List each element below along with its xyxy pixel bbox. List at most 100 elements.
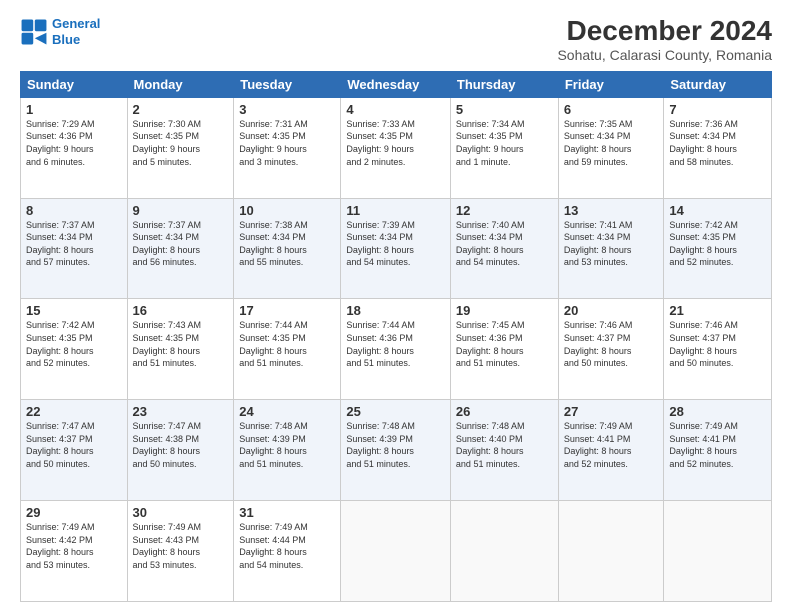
calendar-cell: 1Sunrise: 7:29 AM Sunset: 4:36 PM Daylig… (21, 97, 128, 198)
weekday-header-row: SundayMondayTuesdayWednesdayThursdayFrid… (21, 71, 772, 97)
day-info: Sunrise: 7:33 AM Sunset: 4:35 PM Dayligh… (346, 118, 445, 168)
day-number: 31 (239, 505, 335, 520)
calendar-cell: 30Sunrise: 7:49 AM Sunset: 4:43 PM Dayli… (127, 501, 234, 602)
main-title: December 2024 (557, 16, 772, 47)
calendar-cell: 2Sunrise: 7:30 AM Sunset: 4:35 PM Daylig… (127, 97, 234, 198)
week-row-5: 29Sunrise: 7:49 AM Sunset: 4:42 PM Dayli… (21, 501, 772, 602)
logo-text: General Blue (52, 16, 100, 47)
day-number: 19 (456, 303, 553, 318)
calendar-cell: 18Sunrise: 7:44 AM Sunset: 4:36 PM Dayli… (341, 299, 451, 400)
day-info: Sunrise: 7:34 AM Sunset: 4:35 PM Dayligh… (456, 118, 553, 168)
day-info: Sunrise: 7:38 AM Sunset: 4:34 PM Dayligh… (239, 219, 335, 269)
day-number: 15 (26, 303, 122, 318)
day-number: 9 (133, 203, 229, 218)
day-info: Sunrise: 7:40 AM Sunset: 4:34 PM Dayligh… (456, 219, 553, 269)
calendar-cell: 6Sunrise: 7:35 AM Sunset: 4:34 PM Daylig… (558, 97, 664, 198)
calendar-cell (664, 501, 772, 602)
day-number: 26 (456, 404, 553, 419)
calendar-cell: 21Sunrise: 7:46 AM Sunset: 4:37 PM Dayli… (664, 299, 772, 400)
day-info: Sunrise: 7:49 AM Sunset: 4:43 PM Dayligh… (133, 521, 229, 571)
day-info: Sunrise: 7:49 AM Sunset: 4:41 PM Dayligh… (669, 420, 766, 470)
day-info: Sunrise: 7:37 AM Sunset: 4:34 PM Dayligh… (26, 219, 122, 269)
weekday-header-thursday: Thursday (450, 71, 558, 97)
day-info: Sunrise: 7:43 AM Sunset: 4:35 PM Dayligh… (133, 319, 229, 369)
calendar-cell: 23Sunrise: 7:47 AM Sunset: 4:38 PM Dayli… (127, 400, 234, 501)
calendar-cell: 5Sunrise: 7:34 AM Sunset: 4:35 PM Daylig… (450, 97, 558, 198)
day-number: 27 (564, 404, 659, 419)
calendar-cell: 4Sunrise: 7:33 AM Sunset: 4:35 PM Daylig… (341, 97, 451, 198)
day-number: 18 (346, 303, 445, 318)
day-info: Sunrise: 7:44 AM Sunset: 4:36 PM Dayligh… (346, 319, 445, 369)
weekday-header-sunday: Sunday (21, 71, 128, 97)
subtitle: Sohatu, Calarasi County, Romania (557, 47, 772, 63)
calendar-cell: 22Sunrise: 7:47 AM Sunset: 4:37 PM Dayli… (21, 400, 128, 501)
calendar-cell (341, 501, 451, 602)
weekday-header-friday: Friday (558, 71, 664, 97)
weekday-header-tuesday: Tuesday (234, 71, 341, 97)
weekday-header-saturday: Saturday (664, 71, 772, 97)
day-number: 5 (456, 102, 553, 117)
calendar-cell: 11Sunrise: 7:39 AM Sunset: 4:34 PM Dayli… (341, 198, 451, 299)
calendar-cell: 15Sunrise: 7:42 AM Sunset: 4:35 PM Dayli… (21, 299, 128, 400)
week-row-2: 8Sunrise: 7:37 AM Sunset: 4:34 PM Daylig… (21, 198, 772, 299)
day-info: Sunrise: 7:48 AM Sunset: 4:39 PM Dayligh… (346, 420, 445, 470)
calendar-cell: 19Sunrise: 7:45 AM Sunset: 4:36 PM Dayli… (450, 299, 558, 400)
logo: General Blue (20, 16, 100, 47)
page: General Blue December 2024 Sohatu, Calar… (0, 0, 792, 612)
day-number: 17 (239, 303, 335, 318)
week-row-1: 1Sunrise: 7:29 AM Sunset: 4:36 PM Daylig… (21, 97, 772, 198)
calendar: SundayMondayTuesdayWednesdayThursdayFrid… (20, 71, 772, 602)
logo-icon (20, 18, 48, 46)
day-info: Sunrise: 7:49 AM Sunset: 4:44 PM Dayligh… (239, 521, 335, 571)
day-info: Sunrise: 7:47 AM Sunset: 4:38 PM Dayligh… (133, 420, 229, 470)
calendar-cell: 16Sunrise: 7:43 AM Sunset: 4:35 PM Dayli… (127, 299, 234, 400)
day-info: Sunrise: 7:39 AM Sunset: 4:34 PM Dayligh… (346, 219, 445, 269)
day-info: Sunrise: 7:48 AM Sunset: 4:39 PM Dayligh… (239, 420, 335, 470)
calendar-cell: 29Sunrise: 7:49 AM Sunset: 4:42 PM Dayli… (21, 501, 128, 602)
day-number: 7 (669, 102, 766, 117)
day-number: 20 (564, 303, 659, 318)
logo-general: General (52, 16, 100, 31)
day-info: Sunrise: 7:46 AM Sunset: 4:37 PM Dayligh… (564, 319, 659, 369)
week-row-4: 22Sunrise: 7:47 AM Sunset: 4:37 PM Dayli… (21, 400, 772, 501)
day-number: 11 (346, 203, 445, 218)
calendar-cell: 10Sunrise: 7:38 AM Sunset: 4:34 PM Dayli… (234, 198, 341, 299)
calendar-cell: 9Sunrise: 7:37 AM Sunset: 4:34 PM Daylig… (127, 198, 234, 299)
day-number: 28 (669, 404, 766, 419)
day-info: Sunrise: 7:48 AM Sunset: 4:40 PM Dayligh… (456, 420, 553, 470)
day-info: Sunrise: 7:35 AM Sunset: 4:34 PM Dayligh… (564, 118, 659, 168)
day-number: 2 (133, 102, 229, 117)
calendar-cell: 26Sunrise: 7:48 AM Sunset: 4:40 PM Dayli… (450, 400, 558, 501)
day-number: 25 (346, 404, 445, 419)
week-row-3: 15Sunrise: 7:42 AM Sunset: 4:35 PM Dayli… (21, 299, 772, 400)
day-number: 6 (564, 102, 659, 117)
calendar-cell: 25Sunrise: 7:48 AM Sunset: 4:39 PM Dayli… (341, 400, 451, 501)
calendar-cell: 27Sunrise: 7:49 AM Sunset: 4:41 PM Dayli… (558, 400, 664, 501)
calendar-cell: 17Sunrise: 7:44 AM Sunset: 4:35 PM Dayli… (234, 299, 341, 400)
day-number: 16 (133, 303, 229, 318)
day-info: Sunrise: 7:49 AM Sunset: 4:42 PM Dayligh… (26, 521, 122, 571)
day-info: Sunrise: 7:49 AM Sunset: 4:41 PM Dayligh… (564, 420, 659, 470)
day-number: 29 (26, 505, 122, 520)
weekday-header-monday: Monday (127, 71, 234, 97)
day-number: 1 (26, 102, 122, 117)
title-block: December 2024 Sohatu, Calarasi County, R… (557, 16, 772, 63)
day-info: Sunrise: 7:31 AM Sunset: 4:35 PM Dayligh… (239, 118, 335, 168)
day-number: 4 (346, 102, 445, 117)
day-number: 24 (239, 404, 335, 419)
day-info: Sunrise: 7:37 AM Sunset: 4:34 PM Dayligh… (133, 219, 229, 269)
day-info: Sunrise: 7:41 AM Sunset: 4:34 PM Dayligh… (564, 219, 659, 269)
day-info: Sunrise: 7:29 AM Sunset: 4:36 PM Dayligh… (26, 118, 122, 168)
calendar-cell: 3Sunrise: 7:31 AM Sunset: 4:35 PM Daylig… (234, 97, 341, 198)
calendar-cell: 14Sunrise: 7:42 AM Sunset: 4:35 PM Dayli… (664, 198, 772, 299)
calendar-cell: 28Sunrise: 7:49 AM Sunset: 4:41 PM Dayli… (664, 400, 772, 501)
day-number: 22 (26, 404, 122, 419)
day-info: Sunrise: 7:36 AM Sunset: 4:34 PM Dayligh… (669, 118, 766, 168)
header: General Blue December 2024 Sohatu, Calar… (20, 16, 772, 63)
weekday-header-wednesday: Wednesday (341, 71, 451, 97)
day-info: Sunrise: 7:42 AM Sunset: 4:35 PM Dayligh… (26, 319, 122, 369)
day-info: Sunrise: 7:30 AM Sunset: 4:35 PM Dayligh… (133, 118, 229, 168)
day-number: 30 (133, 505, 229, 520)
day-number: 21 (669, 303, 766, 318)
calendar-cell: 31Sunrise: 7:49 AM Sunset: 4:44 PM Dayli… (234, 501, 341, 602)
